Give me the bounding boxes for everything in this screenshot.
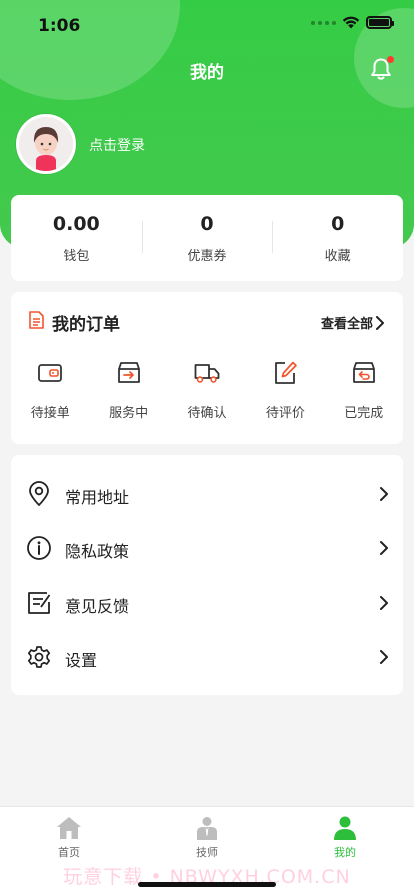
stat-value: 0.00 <box>52 213 100 235</box>
settings-menu: 常用地址 隐私政策 意见反馈 设置 <box>11 455 403 695</box>
order-status-in-service[interactable]: 服务中 <box>89 360 167 421</box>
avatar[interactable] <box>16 114 76 174</box>
order-status-label: 待确认 <box>187 406 227 421</box>
menu-item-addresses[interactable]: 常用地址 <box>11 466 403 520</box>
menu-item-label: 常用地址 <box>65 488 130 507</box>
stat-value: 0 <box>200 213 214 235</box>
order-status-list: 待接单 服务中 待确认 待评价 已完成 <box>11 360 403 421</box>
chevron-right-icon <box>380 487 388 501</box>
person-icon <box>334 816 356 840</box>
chevron-right-icon <box>380 649 388 664</box>
avatar-illustration-icon <box>19 117 73 171</box>
orders-title: 我的订单 <box>52 315 120 335</box>
gear-icon <box>27 646 51 668</box>
order-status-to-confirm[interactable]: 待确认 <box>168 360 246 421</box>
truck-icon <box>194 364 220 383</box>
login-link[interactable]: 点击登录 <box>89 135 145 155</box>
wifi-icon <box>342 16 360 29</box>
order-status-label: 待接单 <box>30 406 70 421</box>
technician-icon <box>197 817 217 840</box>
stat-value: 0 <box>331 213 345 235</box>
menu-item-settings[interactable]: 设置 <box>11 629 403 683</box>
location-pin-icon <box>29 481 49 506</box>
battery-icon <box>366 16 394 29</box>
notification-badge <box>387 56 394 63</box>
menu-item-label: 隐私政策 <box>65 542 130 562</box>
menu-item-label: 设置 <box>65 650 98 670</box>
tab-label: 我的 <box>334 846 356 859</box>
order-status-label: 待评价 <box>265 406 305 421</box>
feedback-icon <box>28 591 51 614</box>
status-icons <box>311 16 394 29</box>
view-all-label: 查看全部 <box>320 317 373 332</box>
wallet-icon <box>38 364 63 382</box>
home-indicator[interactable] <box>138 882 276 887</box>
menu-item-label: 意见反馈 <box>65 596 130 616</box>
cellular-signal-icon <box>311 20 336 25</box>
box-arrow-icon <box>117 362 140 383</box>
stat-favorites[interactable]: 0 收藏 <box>272 195 403 281</box>
orders-card: 我的订单 查看全部 待接单 服务中 待确认 待评价 已完成 <box>11 292 403 444</box>
stat-label: 收藏 <box>324 249 351 264</box>
chevron-right-icon <box>380 541 388 556</box>
stat-label: 钱包 <box>63 249 90 264</box>
box-return-icon <box>352 362 375 383</box>
edit-icon <box>275 361 298 384</box>
order-status-to-review[interactable]: 待评价 <box>246 360 324 421</box>
status-time: 1:06 <box>38 16 81 36</box>
home-icon <box>57 817 81 839</box>
status-bar: 1:06 <box>0 0 414 48</box>
chevron-right-icon <box>376 315 384 330</box>
menu-item-feedback[interactable]: 意见反馈 <box>11 575 403 629</box>
orders-header: 我的订单 查看全部 <box>11 292 403 348</box>
stats-card: 0.00 钱包 0 优惠券 0 收藏 <box>11 195 403 281</box>
order-status-completed[interactable]: 已完成 <box>325 360 403 421</box>
notification-bell-icon[interactable] <box>368 56 394 82</box>
stat-label: 优惠券 <box>187 249 227 264</box>
order-status-pending[interactable]: 待接单 <box>11 360 89 421</box>
order-status-label: 服务中 <box>109 406 149 421</box>
view-all-orders-link[interactable]: 查看全部 <box>321 313 385 332</box>
chevron-right-icon <box>380 595 388 610</box>
order-status-label: 已完成 <box>344 406 384 421</box>
stat-coupons[interactable]: 0 优惠券 <box>141 195 273 281</box>
info-icon <box>27 536 51 561</box>
menu-item-privacy[interactable]: 隐私政策 <box>11 520 403 574</box>
stat-wallet[interactable]: 0.00 钱包 <box>11 195 142 281</box>
document-icon <box>29 311 44 329</box>
tab-label: 技师 <box>196 846 218 859</box>
page-title: 我的 <box>190 63 224 83</box>
tab-label: 首页 <box>58 846 80 859</box>
